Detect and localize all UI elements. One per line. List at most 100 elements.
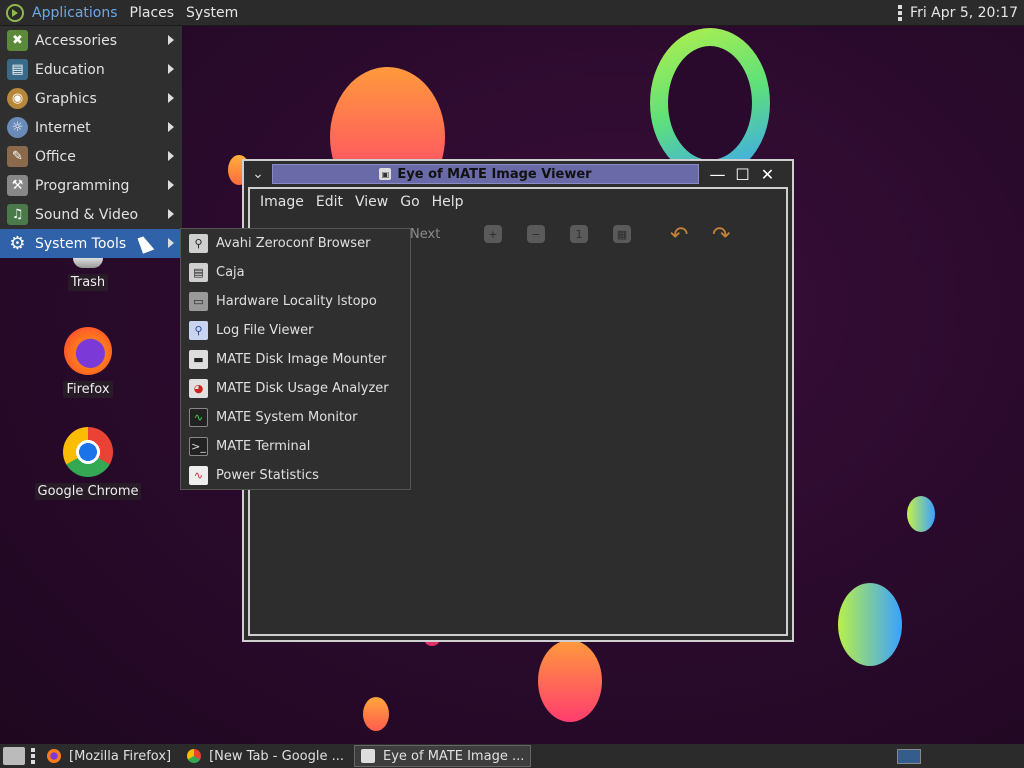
submenu-arrow-icon bbox=[168, 64, 174, 74]
image-viewer-icon: ▣ bbox=[379, 168, 392, 180]
menu-view[interactable]: View bbox=[349, 194, 394, 210]
system-tools-submenu: ⚲ Avahi Zeroconf Browser ▤ Caja ▭ Hardwa… bbox=[180, 228, 411, 490]
submenu-item-label: Power Statistics bbox=[216, 468, 319, 483]
submenu-item-disk-mounter[interactable]: ▬ MATE Disk Image Mounter bbox=[181, 345, 410, 374]
terminal-icon: >_ bbox=[189, 437, 208, 456]
submenu-arrow-icon bbox=[168, 93, 174, 103]
menu-edit[interactable]: Edit bbox=[310, 194, 349, 210]
graphics-icon: ◉ bbox=[7, 88, 28, 109]
menu-item-accessories[interactable]: ✖ Accessories bbox=[0, 26, 182, 55]
menu-item-label: Education bbox=[35, 61, 105, 78]
submenu-arrow-icon bbox=[168, 122, 174, 132]
wallpaper-blob bbox=[538, 640, 602, 722]
menu-item-label: Internet bbox=[35, 119, 91, 136]
menu-item-graphics[interactable]: ◉ Graphics bbox=[0, 84, 182, 113]
submenu-item-label: Avahi Zeroconf Browser bbox=[216, 236, 371, 251]
rotate-left-icon[interactable]: ↶ bbox=[670, 223, 688, 248]
submenu-item-terminal[interactable]: >_ MATE Terminal bbox=[181, 432, 410, 461]
window-menu-chevron-icon[interactable]: ⌄ bbox=[244, 161, 272, 187]
menu-go[interactable]: Go bbox=[394, 194, 425, 210]
desktop-icon-trash[interactable]: Trash bbox=[33, 258, 143, 291]
mate-logo-icon bbox=[6, 3, 24, 22]
desktop-icon-chrome[interactable]: Google Chrome bbox=[33, 427, 143, 500]
bottom-panel: [Mozilla Firefox] [New Tab - Google ... … bbox=[0, 744, 1024, 768]
top-panel: Applications Places System Fri Apr 5, 20… bbox=[0, 0, 1024, 26]
menu-item-label: Sound & Video bbox=[35, 206, 139, 223]
taskbar-label: [Mozilla Firefox] bbox=[69, 748, 172, 764]
panel-handle-icon[interactable] bbox=[898, 4, 903, 21]
show-desktop-icon[interactable] bbox=[3, 747, 25, 765]
system-menu-button[interactable]: System bbox=[180, 0, 244, 26]
zoom-fit-icon[interactable]: ▦ bbox=[613, 225, 631, 243]
submenu-item-label: Caja bbox=[216, 265, 245, 280]
submenu-arrow-icon bbox=[168, 238, 174, 248]
clock[interactable]: Fri Apr 5, 20:17 bbox=[910, 5, 1018, 21]
menu-item-label: Office bbox=[35, 148, 76, 165]
submenu-item-label: MATE System Monitor bbox=[216, 410, 358, 425]
internet-icon: ☼ bbox=[7, 117, 28, 138]
maximize-button[interactable]: ☐ bbox=[730, 161, 755, 187]
next-button[interactable]: Next bbox=[410, 227, 440, 242]
rotate-right-icon[interactable]: ↷ bbox=[712, 223, 730, 248]
gear-icon: ⚙ bbox=[9, 233, 26, 254]
menu-item-internet[interactable]: ☼ Internet bbox=[0, 113, 182, 142]
submenu-arrow-icon bbox=[168, 35, 174, 45]
submenu-item-lstopo[interactable]: ▭ Hardware Locality lstopo bbox=[181, 287, 410, 316]
menu-image[interactable]: Image bbox=[254, 194, 310, 210]
workspace-switcher-active[interactable] bbox=[897, 749, 921, 764]
close-button[interactable]: ✕ bbox=[755, 161, 780, 187]
office-icon: ✎ bbox=[7, 146, 28, 167]
submenu-item-caja[interactable]: ▤ Caja bbox=[181, 258, 410, 287]
disk-usage-icon: ◕ bbox=[189, 379, 208, 398]
submenu-item-label: MATE Terminal bbox=[216, 439, 311, 454]
menu-item-label: Programming bbox=[35, 177, 130, 194]
zoom-out-icon[interactable]: − bbox=[527, 225, 545, 243]
applications-menu: ✖ Accessories ▤ Education ◉ Graphics ☼ I… bbox=[0, 26, 182, 258]
wallpaper-blob bbox=[907, 496, 935, 532]
desktop-icon-label: Google Chrome bbox=[34, 483, 142, 500]
menu-help[interactable]: Help bbox=[426, 194, 470, 210]
places-menu-button[interactable]: Places bbox=[124, 0, 181, 26]
taskbar-button-image-viewer[interactable]: Eye of MATE Image ... bbox=[354, 745, 532, 767]
menu-item-label: System Tools bbox=[35, 235, 127, 252]
menu-item-education[interactable]: ▤ Education bbox=[0, 55, 182, 84]
submenu-arrow-icon bbox=[168, 180, 174, 190]
window-titlebar[interactable]: ⌄ ▣ Eye of MATE Image Viewer — ☐ ✕ bbox=[244, 161, 792, 187]
wallpaper-blob bbox=[838, 583, 902, 666]
menu-item-programming[interactable]: ⚒ Programming bbox=[0, 171, 182, 200]
zeroconf-icon: ⚲ bbox=[189, 234, 208, 253]
submenu-item-log-viewer[interactable]: ⚲ Log File Viewer bbox=[181, 316, 410, 345]
education-icon: ▤ bbox=[7, 59, 28, 80]
desktop-icon-label: Firefox bbox=[63, 381, 113, 398]
sound-video-icon: ♫ bbox=[7, 204, 28, 225]
menu-item-office[interactable]: ✎ Office bbox=[0, 142, 182, 171]
submenu-arrow-icon bbox=[168, 151, 174, 161]
menu-item-sound-video[interactable]: ♫ Sound & Video bbox=[0, 200, 182, 229]
window-menubar: Image Edit View Go Help bbox=[250, 189, 786, 215]
zoom-in-icon[interactable]: + bbox=[484, 225, 502, 243]
workspace-switcher[interactable] bbox=[922, 749, 1020, 764]
system-monitor-icon: ∿ bbox=[189, 408, 208, 427]
panel-handle-icon[interactable] bbox=[31, 748, 35, 764]
trash-icon bbox=[73, 258, 103, 268]
submenu-item-avahi[interactable]: ⚲ Avahi Zeroconf Browser bbox=[181, 229, 410, 258]
taskbar-button-firefox[interactable]: [Mozilla Firefox] bbox=[41, 745, 177, 767]
menu-item-system-tools[interactable]: ⚙ System Tools bbox=[0, 229, 182, 258]
desktop-icon-firefox[interactable]: Firefox bbox=[33, 327, 143, 398]
submenu-item-disk-usage[interactable]: ◕ MATE Disk Usage Analyzer bbox=[181, 374, 410, 403]
chrome-icon bbox=[187, 749, 202, 763]
submenu-item-system-monitor[interactable]: ∿ MATE System Monitor bbox=[181, 403, 410, 432]
minimize-button[interactable]: — bbox=[705, 161, 730, 187]
submenu-item-label: Hardware Locality lstopo bbox=[216, 294, 377, 309]
taskbar-button-chrome[interactable]: [New Tab - Google ... bbox=[181, 745, 350, 767]
hardware-icon: ▭ bbox=[189, 292, 208, 311]
taskbar-label: [New Tab - Google ... bbox=[209, 748, 345, 764]
applications-menu-button[interactable]: Applications bbox=[0, 0, 124, 26]
log-viewer-icon: ⚲ bbox=[189, 321, 208, 340]
window-title-bar[interactable]: ▣ Eye of MATE Image Viewer bbox=[272, 164, 699, 184]
submenu-item-label: MATE Disk Image Mounter bbox=[216, 352, 387, 367]
submenu-item-power-stats[interactable]: ∿ Power Statistics bbox=[181, 461, 410, 490]
zoom-normal-icon[interactable]: 1 bbox=[570, 225, 588, 243]
taskbar-label: Eye of MATE Image ... bbox=[383, 748, 525, 764]
image-viewer-icon bbox=[361, 749, 376, 763]
